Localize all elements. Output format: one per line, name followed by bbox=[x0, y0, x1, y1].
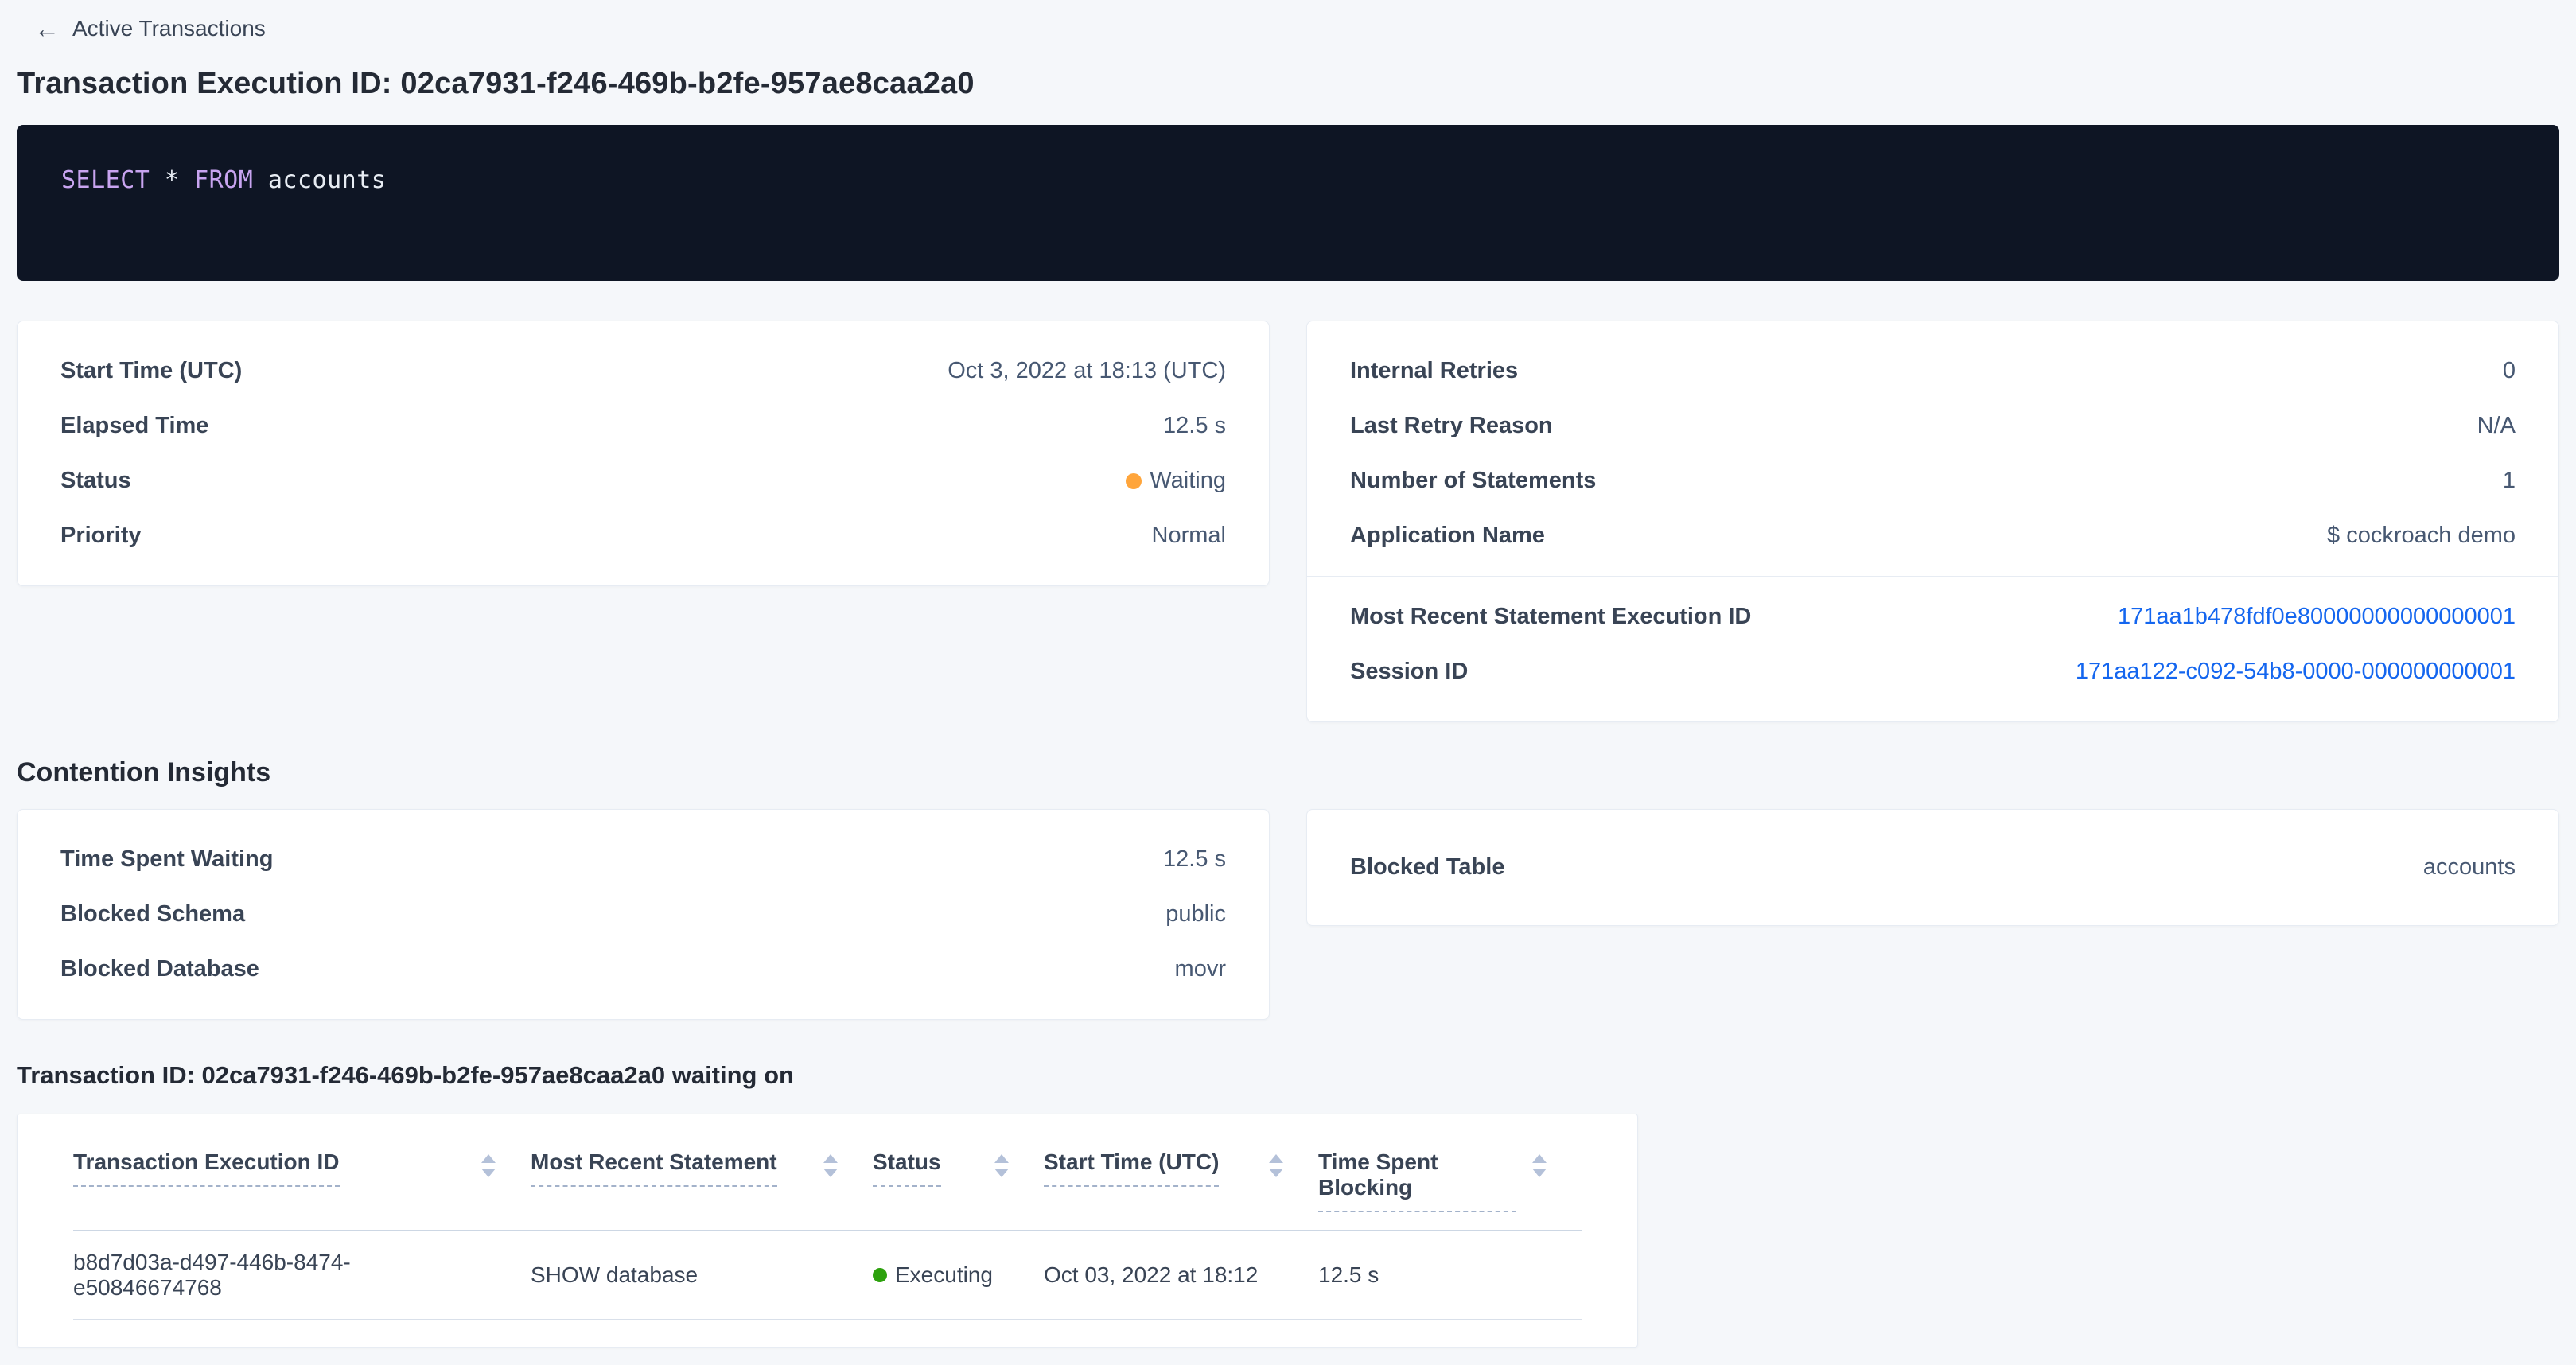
transaction-details-page: ← Active Transactions Transaction Execut… bbox=[0, 0, 2576, 1348]
field-label: Number of Statements bbox=[1350, 468, 1596, 494]
back-arrow-icon: ← bbox=[34, 16, 60, 41]
status-text: Waiting bbox=[1150, 468, 1226, 494]
sql-statement-box: SELECT * FROM accounts bbox=[17, 125, 2559, 281]
number-of-statements-row: Number of Statements 1 bbox=[1307, 453, 2558, 508]
field-label: Session ID bbox=[1350, 659, 1468, 685]
page-title: Transaction Execution ID: 02ca7931-f246-… bbox=[17, 67, 2559, 101]
column-label: Status bbox=[873, 1149, 941, 1187]
field-value: 12.5 s bbox=[1163, 413, 1226, 439]
field-label: Priority bbox=[60, 523, 142, 549]
time-spent-waiting-row: Time Spent Waiting 12.5 s bbox=[18, 832, 1269, 887]
column-header-status[interactable]: Status bbox=[873, 1114, 1044, 1231]
status-waiting-dot-icon bbox=[1126, 473, 1142, 489]
contention-left-card: Time Spent Waiting 12.5 s Blocked Schema… bbox=[17, 809, 1270, 1020]
blocked-table-row: Blocked Table accounts bbox=[1307, 832, 2558, 903]
field-label: Blocked Schema bbox=[60, 901, 245, 928]
cell-transaction-execution-id: b8d7d03a-d497-446b-8474-e50846674768 bbox=[73, 1231, 531, 1320]
contention-right-card: Blocked Table accounts bbox=[1306, 809, 2559, 926]
back-to-active-transactions-link[interactable]: ← Active Transactions bbox=[34, 16, 266, 41]
field-label: Start Time (UTC) bbox=[60, 358, 242, 384]
waiting-on-table: Transaction Execution ID Most Recent Sta… bbox=[73, 1114, 1582, 1320]
field-label: Last Retry Reason bbox=[1350, 413, 1553, 439]
field-value: 12.5 s bbox=[1163, 846, 1226, 873]
contention-insights-heading: Contention Insights bbox=[17, 757, 2559, 788]
column-label: Transaction Execution ID bbox=[73, 1149, 340, 1187]
sql-keyword: SELECT bbox=[61, 166, 150, 194]
field-label: Status bbox=[60, 468, 131, 494]
field-value: movr bbox=[1175, 956, 1226, 982]
priority-row: Priority Normal bbox=[18, 508, 1269, 563]
status-text: Executing bbox=[895, 1262, 993, 1288]
sort-icon[interactable] bbox=[994, 1149, 1009, 1177]
field-value: Normal bbox=[1152, 523, 1226, 549]
column-header-transaction-execution-id[interactable]: Transaction Execution ID bbox=[73, 1114, 531, 1231]
waiting-on-table-card: Transaction Execution ID Most Recent Sta… bbox=[17, 1114, 1638, 1348]
transaction-summary-card: Start Time (UTC) Oct 3, 2022 at 18:13 (U… bbox=[17, 321, 1270, 586]
waiting-on-heading: Transaction ID: 02ca7931-f246-469b-b2fe-… bbox=[17, 1061, 2559, 1090]
field-label: Blocked Table bbox=[1350, 854, 1504, 881]
session-id-link[interactable]: 171aa122-c092-54b8-0000-000000000001 bbox=[2076, 659, 2516, 684]
breadcrumb-label: Active Transactions bbox=[72, 16, 266, 41]
field-label: Most Recent Statement Execution ID bbox=[1350, 604, 1751, 630]
field-value: 1 bbox=[2503, 468, 2516, 494]
column-label: Most Recent Statement bbox=[531, 1149, 777, 1187]
summary-section: Start Time (UTC) Oct 3, 2022 at 18:13 (U… bbox=[17, 321, 2559, 722]
column-label: Time Spent Blocking bbox=[1318, 1149, 1516, 1212]
column-header-time-spent-blocking[interactable]: Time Spent Blocking bbox=[1318, 1114, 1582, 1231]
field-value: N/A bbox=[2477, 413, 2516, 439]
field-value: Oct 3, 2022 at 18:13 (UTC) bbox=[948, 358, 1226, 384]
blocked-database-row: Blocked Database movr bbox=[18, 942, 1269, 997]
sql-text: * bbox=[150, 166, 194, 194]
sql-keyword: FROM bbox=[194, 166, 253, 194]
sql-text: accounts bbox=[253, 166, 386, 194]
sort-icon[interactable] bbox=[823, 1149, 838, 1177]
sort-icon[interactable] bbox=[1269, 1149, 1283, 1177]
last-retry-reason-row: Last Retry Reason N/A bbox=[1307, 399, 2558, 453]
contention-section: Time Spent Waiting 12.5 s Blocked Schema… bbox=[17, 809, 2559, 1020]
column-header-most-recent-statement[interactable]: Most Recent Statement bbox=[531, 1114, 873, 1231]
cell-most-recent-statement: SHOW database bbox=[531, 1231, 873, 1320]
cell-start-time: Oct 03, 2022 at 18:12 bbox=[1044, 1231, 1318, 1320]
table-header-row: Transaction Execution ID Most Recent Sta… bbox=[73, 1114, 1582, 1231]
blocked-schema-row: Blocked Schema public bbox=[18, 887, 1269, 942]
field-value: $ cockroach demo bbox=[2327, 523, 2516, 549]
status-executing-dot-icon bbox=[873, 1268, 887, 1282]
status-row: Status Waiting bbox=[18, 453, 1269, 508]
sql-statement: SELECT * FROM accounts bbox=[61, 166, 2515, 194]
field-value: public bbox=[1165, 901, 1226, 928]
sort-icon[interactable] bbox=[1532, 1149, 1547, 1177]
field-label: Internal Retries bbox=[1350, 358, 1518, 384]
statement-execution-id-link[interactable]: 171aa1b478fdf0e80000000000000001 bbox=[2118, 604, 2516, 629]
sort-icon[interactable] bbox=[481, 1149, 496, 1177]
breadcrumb: ← Active Transactions bbox=[17, 11, 2559, 46]
start-time-row: Start Time (UTC) Oct 3, 2022 at 18:13 (U… bbox=[18, 344, 1269, 399]
cell-time-spent-blocking: 12.5 s bbox=[1318, 1231, 1582, 1320]
internal-retries-row: Internal Retries 0 bbox=[1307, 344, 2558, 399]
statement-execution-id-row: Most Recent Statement Execution ID 171aa… bbox=[1307, 589, 2558, 644]
field-value: 0 bbox=[2503, 358, 2516, 384]
table-row: b8d7d03a-d497-446b-8474-e50846674768 SHO… bbox=[73, 1231, 1582, 1320]
cell-status: Executing bbox=[873, 1231, 1044, 1320]
application-name-row: Application Name $ cockroach demo bbox=[1307, 508, 2558, 563]
field-value: accounts bbox=[2423, 854, 2516, 881]
session-id-row: Session ID 171aa122-c092-54b8-0000-00000… bbox=[1307, 644, 2558, 699]
field-label: Elapsed Time bbox=[60, 413, 208, 439]
column-label: Start Time (UTC) bbox=[1044, 1149, 1219, 1187]
field-label: Time Spent Waiting bbox=[60, 846, 273, 873]
execution-details-card: Internal Retries 0 Last Retry Reason N/A… bbox=[1306, 321, 2559, 722]
field-label: Application Name bbox=[1350, 523, 1545, 549]
elapsed-time-row: Elapsed Time 12.5 s bbox=[18, 399, 1269, 453]
field-label: Blocked Database bbox=[60, 956, 259, 982]
card-divider bbox=[1307, 576, 2558, 577]
status-badge: Waiting bbox=[1126, 468, 1226, 494]
column-header-start-time[interactable]: Start Time (UTC) bbox=[1044, 1114, 1318, 1231]
